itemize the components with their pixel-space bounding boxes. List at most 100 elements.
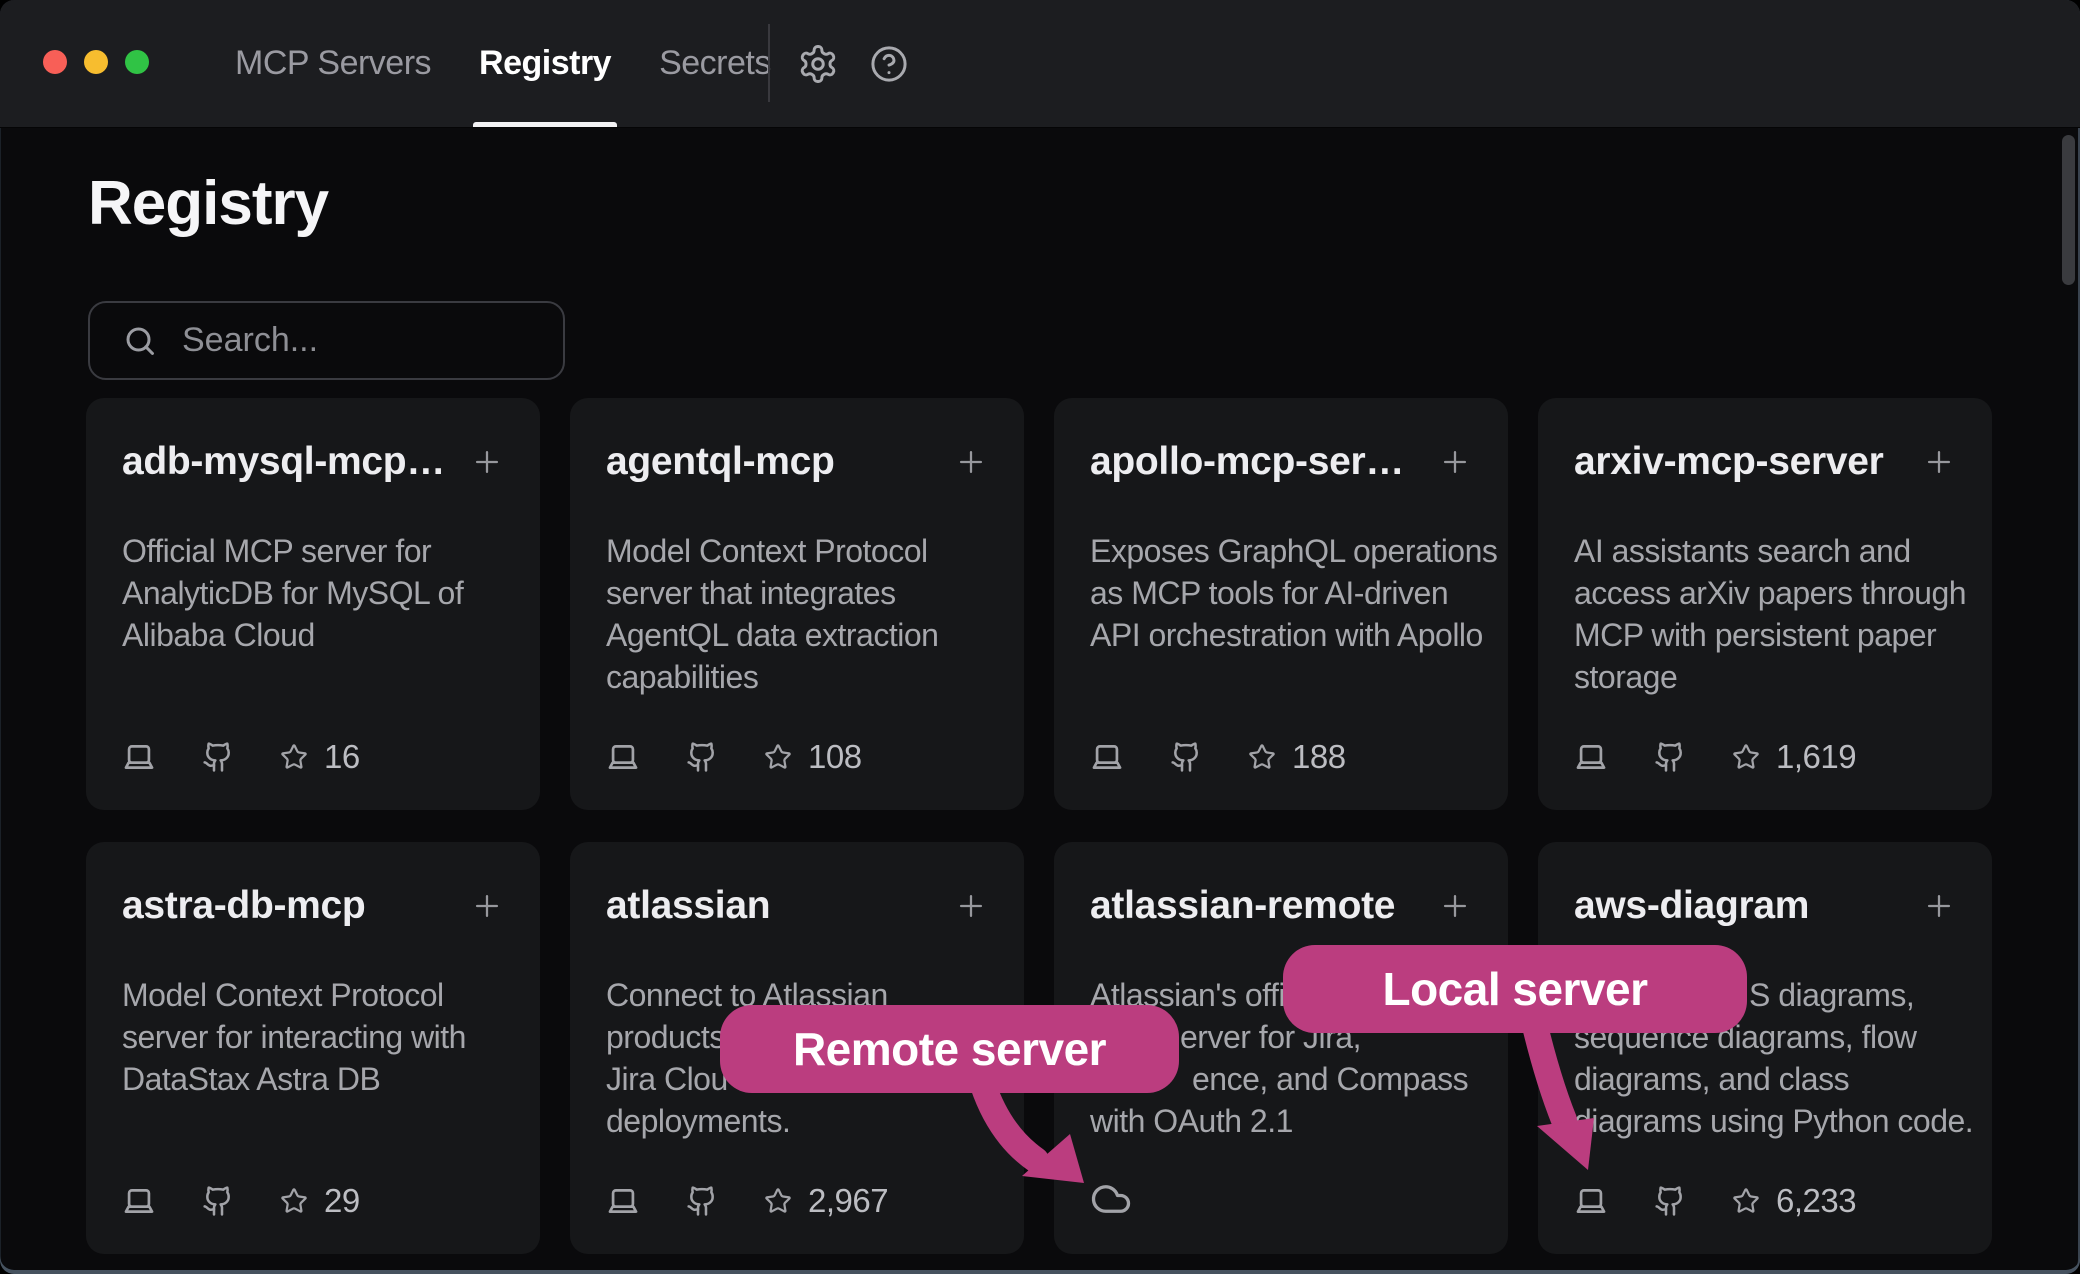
add-server-button[interactable] (1438, 445, 1472, 479)
server-card-arxiv-mcp-server[interactable]: arxiv-mcp-server AI assistants search and… (1538, 398, 1992, 810)
description-line: Model Context Protocol (122, 974, 504, 1016)
add-server-button[interactable] (470, 889, 504, 923)
add-server-button[interactable] (954, 445, 988, 479)
laptop-icon (1090, 740, 1124, 774)
github-octocat-icon (202, 741, 234, 773)
add-server-button[interactable] (954, 889, 988, 923)
vertical-scrollbar[interactable] (2062, 135, 2075, 285)
settings-gear-icon[interactable] (797, 43, 839, 85)
tab-label: MCP Servers (235, 44, 431, 83)
server-description: Official MCP server forAnalyticDB for My… (122, 530, 504, 656)
titlebar-tabs: MCP Servers Registry Secrets (235, 0, 771, 127)
titlebar: MCP Servers Registry Secrets (0, 0, 2080, 128)
search-icon (122, 323, 158, 359)
tab-label: Secrets (659, 44, 771, 83)
app-window: MCP Servers Registry Secrets Registry adb-… (0, 0, 2080, 1274)
server-card-agentql-mcp[interactable]: agentql-mcp Model Context Protocolserver … (570, 398, 1024, 810)
star-count-group: 188 (1248, 738, 1346, 776)
star-icon (764, 1187, 792, 1215)
server-name: atlassian-remote (1090, 882, 1395, 930)
search-input[interactable] (180, 320, 627, 361)
laptop-icon (122, 740, 156, 774)
tab-secrets[interactable]: Secrets (659, 0, 771, 127)
github-octocat-icon (686, 1185, 718, 1217)
star-count-group: 1,619 (1732, 738, 1856, 776)
description-line: Official MCP server for (122, 530, 504, 572)
add-server-button[interactable] (1922, 889, 1956, 923)
description-line: server that integrates (606, 572, 988, 614)
github-octocat-icon (686, 741, 718, 773)
description-line: Model Context Protocol (606, 530, 988, 572)
description-line: capabilities (606, 656, 988, 698)
star-count: 2,967 (808, 1182, 888, 1220)
description-line: deployments. (606, 1100, 988, 1142)
description-line: diagrams using Python code. (1574, 1100, 1956, 1142)
help-circle-icon[interactable] (868, 43, 910, 85)
server-name: astra-db-mcp (122, 882, 365, 930)
server-description: Model Context Protocolserver that integr… (606, 530, 988, 698)
add-server-button[interactable] (1922, 445, 1956, 479)
page-title: Registry (88, 170, 328, 238)
description-line: Exposes GraphQL operations (1090, 530, 1472, 572)
description-line: access arXiv papers through (1574, 572, 1956, 614)
star-count-group: 6,233 (1732, 1182, 1856, 1220)
laptop-icon (122, 1184, 156, 1218)
star-icon (1248, 743, 1276, 771)
star-icon (280, 743, 308, 771)
star-icon (1732, 1187, 1760, 1215)
card-header: adb-mysql-mcp… (122, 438, 504, 486)
star-count: 108 (808, 738, 862, 776)
server-card-astra-db-mcp[interactable]: astra-db-mcp Model Context Protocolserver… (86, 842, 540, 1254)
description-line: AI assistants search and (1574, 530, 1956, 572)
description-line: ence, and Compass (1192, 1058, 1472, 1100)
tab-mcp-servers[interactable]: MCP Servers (235, 0, 431, 127)
card-footer: 2,967 (606, 1182, 888, 1220)
card-footer: 29 (122, 1182, 360, 1220)
server-card-apollo-mcp-ser[interactable]: apollo-mcp-ser… Exposes GraphQL operation… (1054, 398, 1508, 810)
description-line: diagrams, and class (1574, 1058, 1956, 1100)
server-name: adb-mysql-mcp… (122, 438, 445, 486)
laptop-icon (606, 1184, 640, 1218)
description-line: as MCP tools for AI-driven (1090, 572, 1472, 614)
description-line: AgentQL data extraction (606, 614, 988, 656)
cloud-icon (1090, 1178, 1132, 1220)
server-card-adb-mysql-mcp[interactable]: adb-mysql-mcp… Official MCP server forAna… (86, 398, 540, 810)
server-description: Model Context Protocolserver for interac… (122, 974, 504, 1100)
star-count-group: 16 (280, 738, 360, 776)
remote-server-callout-label: Remote server (793, 1022, 1106, 1076)
card-header: arxiv-mcp-server (1574, 438, 1956, 486)
server-name: arxiv-mcp-server (1574, 438, 1884, 486)
card-header: aws-diagram (1574, 882, 1956, 930)
close-window-icon[interactable] (43, 50, 67, 74)
card-footer: 108 (606, 738, 862, 776)
github-octocat-icon (1654, 741, 1686, 773)
star-icon (280, 1187, 308, 1215)
card-footer (1090, 1178, 1132, 1220)
minimize-window-icon[interactable] (84, 50, 108, 74)
card-footer: 1,619 (1574, 738, 1856, 776)
server-description: Exposes GraphQL operationsas MCP tools f… (1090, 530, 1472, 656)
server-name: aws-diagram (1574, 882, 1809, 930)
add-server-button[interactable] (1438, 889, 1472, 923)
star-count: 16 (324, 738, 360, 776)
card-footer: 16 (122, 738, 360, 776)
github-octocat-icon (1170, 741, 1202, 773)
card-footer: 188 (1090, 738, 1346, 776)
star-count: 29 (324, 1182, 360, 1220)
titlebar-divider (768, 24, 770, 102)
laptop-icon (606, 740, 640, 774)
star-count-group: 2,967 (764, 1182, 888, 1220)
server-description: AI assistants search andaccess arXiv pap… (1574, 530, 1956, 698)
laptop-icon (1574, 740, 1608, 774)
star-count-group: 108 (764, 738, 862, 776)
server-name: apollo-mcp-ser… (1090, 438, 1404, 486)
card-header: agentql-mcp (606, 438, 988, 486)
description-line: API orchestration with Apollo (1090, 614, 1472, 656)
registry-grid: adb-mysql-mcp… Official MCP server forAna… (86, 398, 1992, 1254)
zoom-window-icon[interactable] (125, 50, 149, 74)
github-octocat-icon (202, 1185, 234, 1217)
server-card-aws-diagram[interactable]: aws-diagramS diagrams,sequence diagrams,… (1538, 842, 1992, 1254)
tab-registry[interactable]: Registry (479, 0, 611, 127)
active-tab-underline (473, 122, 617, 127)
add-server-button[interactable] (470, 445, 504, 479)
